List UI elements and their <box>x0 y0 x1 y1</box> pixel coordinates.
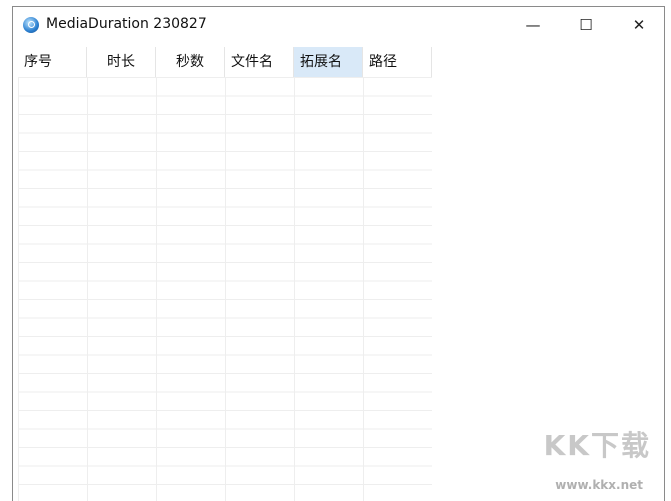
column-header-seconds[interactable]: 秒数 <box>156 47 225 77</box>
app-icon <box>23 17 39 33</box>
close-button[interactable]: ✕ <box>616 7 662 43</box>
maximize-button[interactable]: ☐ <box>563 7 609 43</box>
list-grid <box>18 77 432 501</box>
column-header-extension[interactable]: 拓展名 <box>294 47 363 77</box>
title-bar[interactable]: MediaDuration 230827 — ☐ ✕ <box>13 7 664 43</box>
column-header-index[interactable]: 序号 <box>18 47 87 77</box>
column-header-duration[interactable]: 时长 <box>87 47 156 77</box>
watermark-logo: KK下载 <box>543 429 651 462</box>
column-header-path[interactable]: 路径 <box>363 47 432 77</box>
minimize-button[interactable]: — <box>510 7 556 43</box>
window-title: MediaDuration 230827 <box>46 16 207 32</box>
watermark-url: www.kkx.net <box>555 478 643 492</box>
column-header-filename[interactable]: 文件名 <box>225 47 294 77</box>
